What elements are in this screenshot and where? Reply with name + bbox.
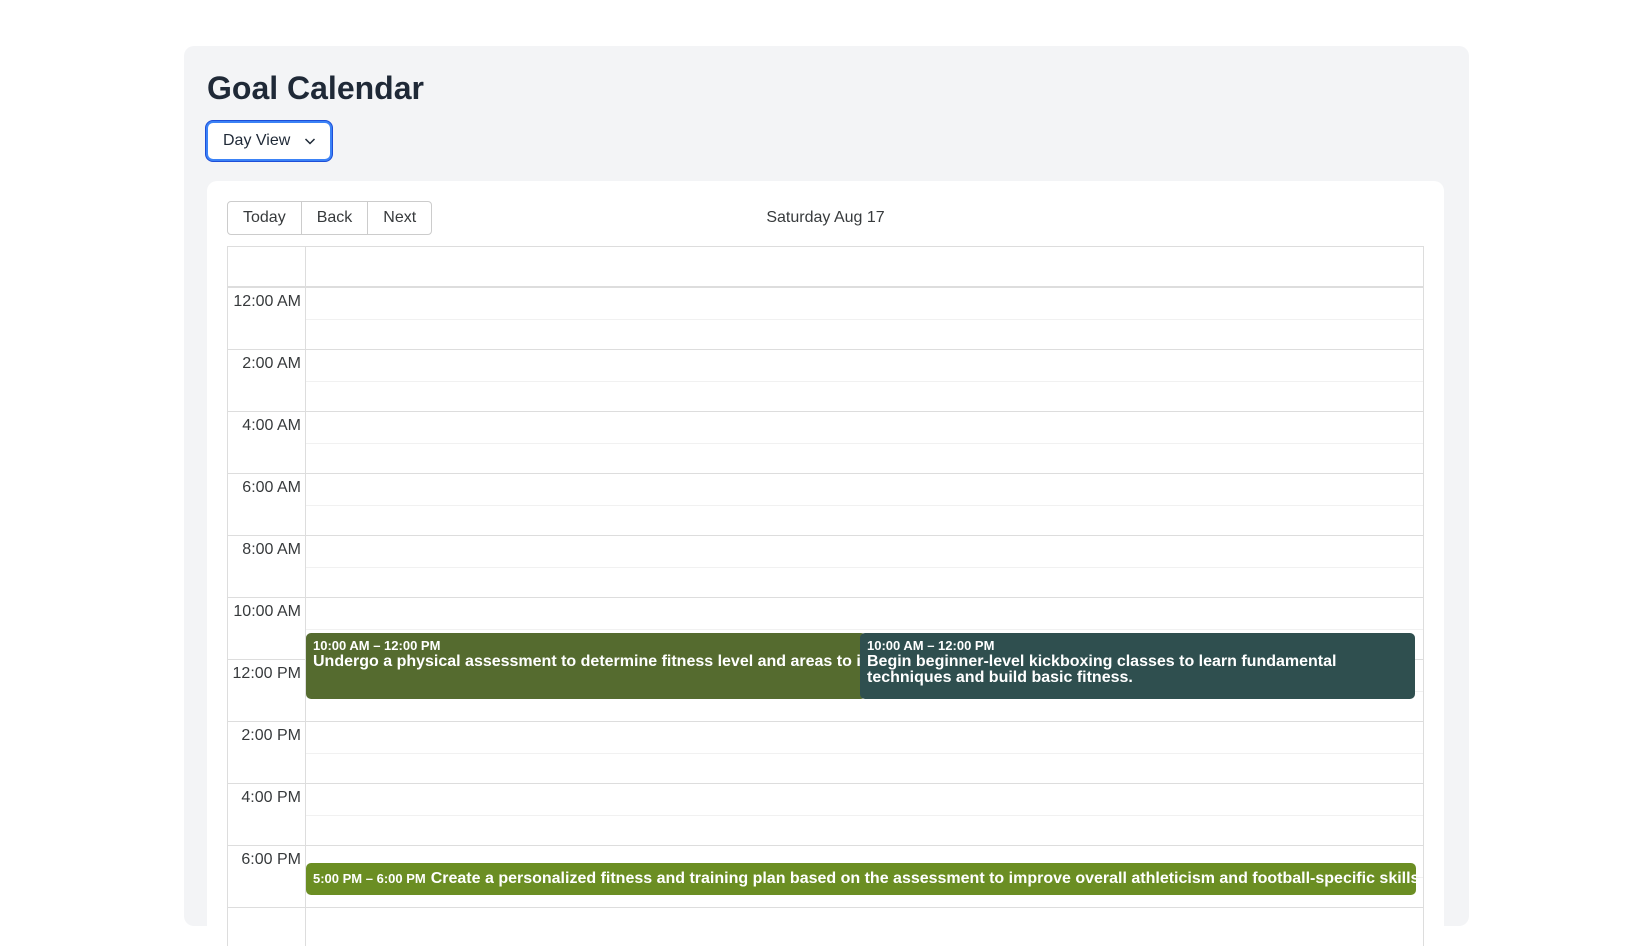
time-slot-row[interactable]: 4:00 AM (228, 412, 1423, 474)
time-slot-label: 6:00 AM (242, 479, 301, 496)
event-title: Undergo a physical assessment to determi… (313, 653, 866, 670)
page-title: Goal Calendar (207, 70, 424, 106)
event-title: Begin beginner-level kickboxing classes … (867, 653, 1337, 686)
time-slot-label: 10:00 AM (233, 603, 301, 620)
time-slot-row[interactable]: 2:00 PM (228, 722, 1423, 784)
calendar-toolbar: Today Back Next (227, 201, 433, 235)
time-slot-label: 4:00 PM (241, 789, 301, 806)
time-slot-label: 8:00 AM (242, 541, 301, 558)
half-hour-divider (306, 381, 1423, 382)
half-hour-divider (306, 319, 1423, 320)
view-select-value: Day View (223, 132, 291, 149)
time-slot-row[interactable]: 8:00 AM (228, 536, 1423, 598)
goal-calendar-page: Goal Calendar Day View Saturday Aug 17 T… (184, 46, 1469, 946)
time-slot-label: 4:00 AM (242, 417, 301, 434)
half-hour-divider (306, 505, 1423, 506)
event-training-plan[interactable]: 5:00 PM – 6:00 PM Create a personalized … (306, 863, 1416, 895)
back-button[interactable]: Back (300, 201, 369, 235)
half-hour-divider (306, 629, 1423, 630)
next-button[interactable]: Next (367, 201, 433, 235)
time-slot-row[interactable]: 2:00 AM (228, 350, 1423, 412)
day-time-grid: 12:00 AM 2:00 AM 4:00 AM 6:00 AM 8:00 AM 10:0… (227, 246, 1424, 946)
half-hour-divider (306, 753, 1423, 754)
event-time: 5:00 PM – 6:00 PM (313, 871, 426, 886)
chevron-down-icon (304, 138, 316, 145)
half-hour-divider (306, 815, 1423, 816)
time-slot-label: 12:00 PM (232, 665, 301, 682)
all-day-header-row[interactable] (228, 247, 1423, 288)
half-hour-divider (306, 567, 1423, 568)
time-slot-label: 6:00 PM (241, 851, 301, 868)
time-slot-row[interactable]: 4:00 PM (228, 784, 1423, 846)
time-slot-label: 12:00 AM (233, 293, 301, 310)
event-kickboxing-classes[interactable]: 10:00 AM – 12:00 PM Begin beginner-level… (860, 633, 1415, 699)
half-hour-divider (306, 443, 1423, 444)
time-slot-row[interactable]: 6:00 AM (228, 474, 1423, 536)
today-button[interactable]: Today (227, 201, 302, 235)
view-select-dropdown[interactable]: Day View (206, 121, 332, 161)
time-slot-label: 2:00 AM (242, 355, 301, 372)
event-time: 10:00 AM – 12:00 PM (313, 638, 441, 653)
event-time: 10:00 AM – 12:00 PM (867, 638, 995, 653)
time-slot-row[interactable]: 12:00 AM (228, 288, 1423, 350)
calendar-card: Saturday Aug 17 Today Back Next 12:00 AM… (207, 181, 1444, 946)
event-physical-assessment[interactable]: 10:00 AM – 12:00 PM Undergo a physical a… (306, 633, 866, 699)
time-slot-label: 2:00 PM (241, 727, 301, 744)
time-gutter-divider (305, 247, 306, 946)
event-title: Create a personalized fitness and traini… (430, 870, 1416, 887)
